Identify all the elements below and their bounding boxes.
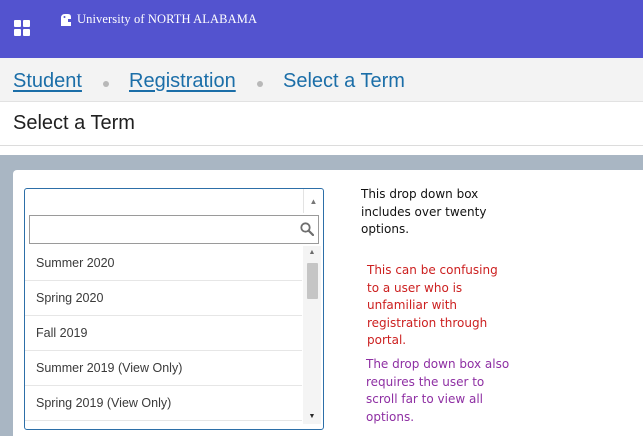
term-option[interactable]: Spring 2019 (View Only) [25,386,302,421]
options-scrollbar[interactable]: ▲ ▼ [303,246,321,424]
breadcrumb-link-registration[interactable]: Registration [129,70,236,93]
breadcrumb-separator [257,81,263,87]
university-logo[interactable]: University of NORTH ALABAMA [60,12,257,27]
search-icon [300,222,314,236]
term-option[interactable]: Spring 2020 [25,281,302,316]
term-select-dropdown[interactable]: ▲ Summer 2020 Spring 2020 Fall 2019 Summ… [24,188,324,430]
term-option[interactable]: Summer 2019 (View Only) [25,351,302,386]
term-search-input[interactable] [30,216,292,243]
term-select-current[interactable]: ▲ [25,189,323,213]
annotation-note-scrolling: The drop down box also requires the user… [366,357,510,424]
term-search-field[interactable] [29,215,319,244]
term-option[interactable]: Fall 2019 [25,316,302,351]
top-navigation-bar: University of NORTH ALABAMA [0,0,643,58]
scrollbar-thumb[interactable] [307,263,318,299]
app-grid-icon[interactable] [14,20,30,36]
breadcrumb-separator [103,81,109,87]
lion-logo-icon [61,13,71,26]
page-title: Select a Term [13,112,135,134]
annotation-note-options-count: This drop down box includes over twenty … [361,187,487,236]
scroll-up-arrow-icon[interactable]: ▲ [303,246,321,260]
chevron-up-icon[interactable]: ▲ [303,189,323,213]
brand-name: University of NORTH ALABAMA [77,12,258,26]
breadcrumb-link-student[interactable]: Student [13,70,82,93]
scroll-down-arrow-icon[interactable]: ▼ [303,410,321,424]
breadcrumb-current: Select a Term [283,70,405,92]
term-options-list: Summer 2020 Spring 2020 Fall 2019 Summer… [25,246,302,429]
annotation-note-confusing: This can be confusing to a user who is u… [367,263,498,347]
breadcrumb: Student Registration Select a Term [0,58,643,102]
divider [0,145,643,146]
term-option[interactable]: Summer 2020 [25,246,302,281]
